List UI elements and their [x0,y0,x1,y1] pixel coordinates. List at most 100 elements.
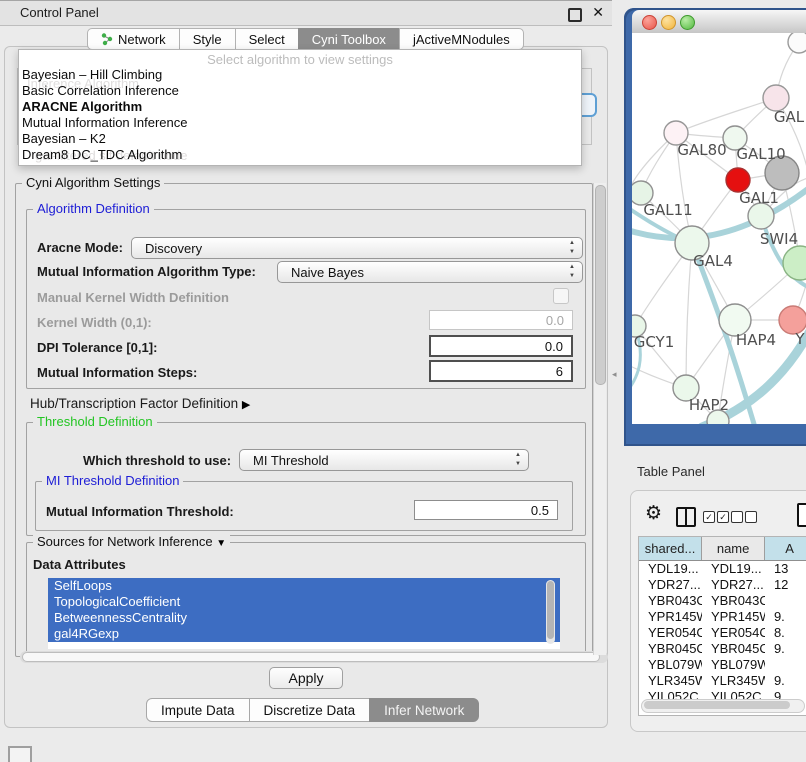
mini-panel-icon[interactable] [8,746,32,762]
table-cell[interactable]: YBR043C [639,593,702,609]
table-cell[interactable]: YDL19... [702,561,765,577]
table-row[interactable]: YBR043CYBR043C [639,593,806,609]
table-row[interactable]: YBL079WYBL079W [639,657,806,673]
table-cell[interactable]: YBR045C [702,641,765,657]
table-cell[interactable]: 9. [765,673,806,689]
table-horizontal-scrollbar[interactable] [641,699,805,713]
table-cell[interactable]: YLR345W [702,673,765,689]
close-traffic-light[interactable] [642,15,657,30]
combo-arrows-icon: ▲▼ [515,451,521,469]
network-edge[interactable] [676,98,776,133]
table-cell[interactable]: YBL079W [639,657,702,673]
bottom-tab-infer-network[interactable]: Infer Network [369,698,479,722]
table-row[interactable]: YDR27...YDR27...12 [639,577,806,593]
table-cell[interactable]: YER054C [702,625,765,641]
mi-threshold-group-title: MI Threshold Definition [42,473,183,488]
close-icon[interactable]: ✕ [592,4,604,21]
network-canvas[interactable]: GALGAL80GAL10GAL1GAL11SWI4GAL4GCY1HAP4YH… [632,33,806,424]
table-cell[interactable]: YPR145W [639,609,702,625]
bottom-tab-impute-data[interactable]: Impute Data [146,698,250,722]
table-cell[interactable]: 8. [765,625,806,641]
algorithm-item-bayesian-k2[interactable]: Bayesian – K2 [22,131,187,147]
collapse-down-icon: ▼ [216,538,226,549]
table-cell[interactable]: 9. [765,609,806,625]
table-row[interactable]: YLR345WYLR345W9. [639,673,806,689]
settings-vertical-scrollbar[interactable] [593,183,606,655]
table-cell[interactable]: 9. [765,641,806,657]
mi-steps-label: Mutual Information Steps: [37,365,197,380]
gear-icon[interactable]: ⚙ [645,504,662,523]
table-body: YDL19...YDL19...13YDR27...YDR27...12YBR0… [639,561,806,705]
algorithm-item-bayesian-hill-climbing[interactable]: Bayesian – Hill Climbing [22,67,187,83]
float-window-icon[interactable] [568,8,582,22]
hub-definition-toggle[interactable]: Hub/Transcription Factor Definition ▶ [30,396,250,411]
threshold-definition-title: Threshold Definition [33,414,157,429]
attribute-item-gal4rgexp[interactable]: gal4RGexp [48,626,560,642]
tab-cyni-toolbox[interactable]: Cyni Toolbox [298,28,400,50]
desktop: Control Panel ✕ NetworkStyleSelectCyni T… [0,0,806,762]
node-table: shared...nameA YDL19...YDL19...13YDR27..… [638,536,806,716]
attribute-item-topologicalcoefficient[interactable]: TopologicalCoefficient [48,594,560,610]
table-cell[interactable] [765,657,806,673]
sources-group-title[interactable]: Sources for Network Inference ▼ [33,534,230,549]
panel-divider-handle[interactable]: ◂ [612,369,617,380]
aracne-mode-select[interactable]: Discovery ▲▼ [131,237,583,259]
network-window-titlebar[interactable] [632,10,806,34]
tab-jactivemnodules[interactable]: jActiveMNodules [399,28,524,50]
table-cell[interactable]: YBL079W [702,657,765,673]
network-edge[interactable] [686,243,692,388]
unchecked-checkbox-icon[interactable] [731,511,743,523]
minimize-traffic-light[interactable] [661,15,676,30]
attribute-item-selfloops[interactable]: SelfLoops [48,578,560,594]
data-attributes-list: SelfLoopsTopologicalCoefficientBetweenne… [48,578,560,649]
column-header-name[interactable]: name [702,537,765,560]
table-cell[interactable]: 13 [765,561,806,577]
network-graph: GALGAL80GAL10GAL1GAL11SWI4GAL4GCY1HAP4YH… [632,33,806,424]
table-row[interactable]: YPR145WYPR145W9. [639,609,806,625]
table-cell[interactable]: YDR27... [702,577,765,593]
bottom-tabs: Impute DataDiscretize DataInfer Network [147,698,479,722]
table-row[interactable]: YER054CYER054C8. [639,625,806,641]
mi-type-select[interactable]: Naive Bayes ▲▼ [277,261,583,283]
apply-button[interactable]: Apply [269,667,343,689]
table-row[interactable]: YBR045CYBR045C9. [639,641,806,657]
checked-checkbox-icon[interactable]: ✓ [703,511,715,523]
columns-icon[interactable] [676,507,696,527]
table-cell[interactable]: YDR27... [639,577,702,593]
table-cell[interactable]: YPR145W [702,609,765,625]
table-cell[interactable]: YBR043C [702,593,765,609]
attributes-scrollbar[interactable] [546,580,555,644]
attribute-item-betweennesscentrality[interactable]: BetweennessCentrality [48,610,560,626]
table-row[interactable]: YDL19...YDL19...13 [639,561,806,577]
algorithm-item-aracne-algorithm[interactable]: ARACNE Algorithm [22,99,187,115]
table-cell[interactable]: YLR345W [639,673,702,689]
unchecked-checkbox-icon[interactable] [745,511,757,523]
table-cell[interactable]: YBR045C [639,641,702,657]
tab-network[interactable]: Network [87,28,180,50]
tab-select[interactable]: Select [235,28,299,50]
aracne-mode-label: Aracne Mode: [37,240,123,255]
kernel-width-field[interactable]: 0.0 [429,310,573,330]
settings-horizontal-scrollbar[interactable] [20,651,608,663]
algorithm-definition-title: Algorithm Definition [33,201,154,216]
network-node[interactable] [788,33,806,53]
tab-style[interactable]: Style [179,28,236,50]
document-icon[interactable] [797,503,806,527]
manual-kernel-checkbox[interactable] [553,288,569,304]
column-header-shared[interactable]: shared... [639,537,702,560]
mi-threshold-field[interactable]: 0.5 [414,500,558,520]
algorithm-item-mutual-information-inference[interactable]: Mutual Information Inference [22,115,187,131]
zoom-traffic-light[interactable] [680,15,695,30]
which-threshold-select[interactable]: MI Threshold ▲▼ [239,449,529,471]
table-cell[interactable] [765,593,806,609]
bottom-tab-discretize-data[interactable]: Discretize Data [249,698,371,722]
table-cell[interactable]: YDL19... [639,561,702,577]
mi-steps-field[interactable]: 6 [429,360,573,382]
algorithm-item-dream8-dc-tdc-algorithm[interactable]: Dream8 DC_TDC Algorithm [22,147,187,163]
table-cell[interactable]: 12 [765,577,806,593]
dpi-tolerance-field[interactable]: 0.0 [429,335,573,357]
checked-checkbox-icon[interactable]: ✓ [717,511,729,523]
table-cell[interactable]: YER054C [639,625,702,641]
column-header-a[interactable]: A [765,537,806,560]
algorithm-item-basic-correlation-inference[interactable]: Basic Correlation Inference [22,83,187,99]
